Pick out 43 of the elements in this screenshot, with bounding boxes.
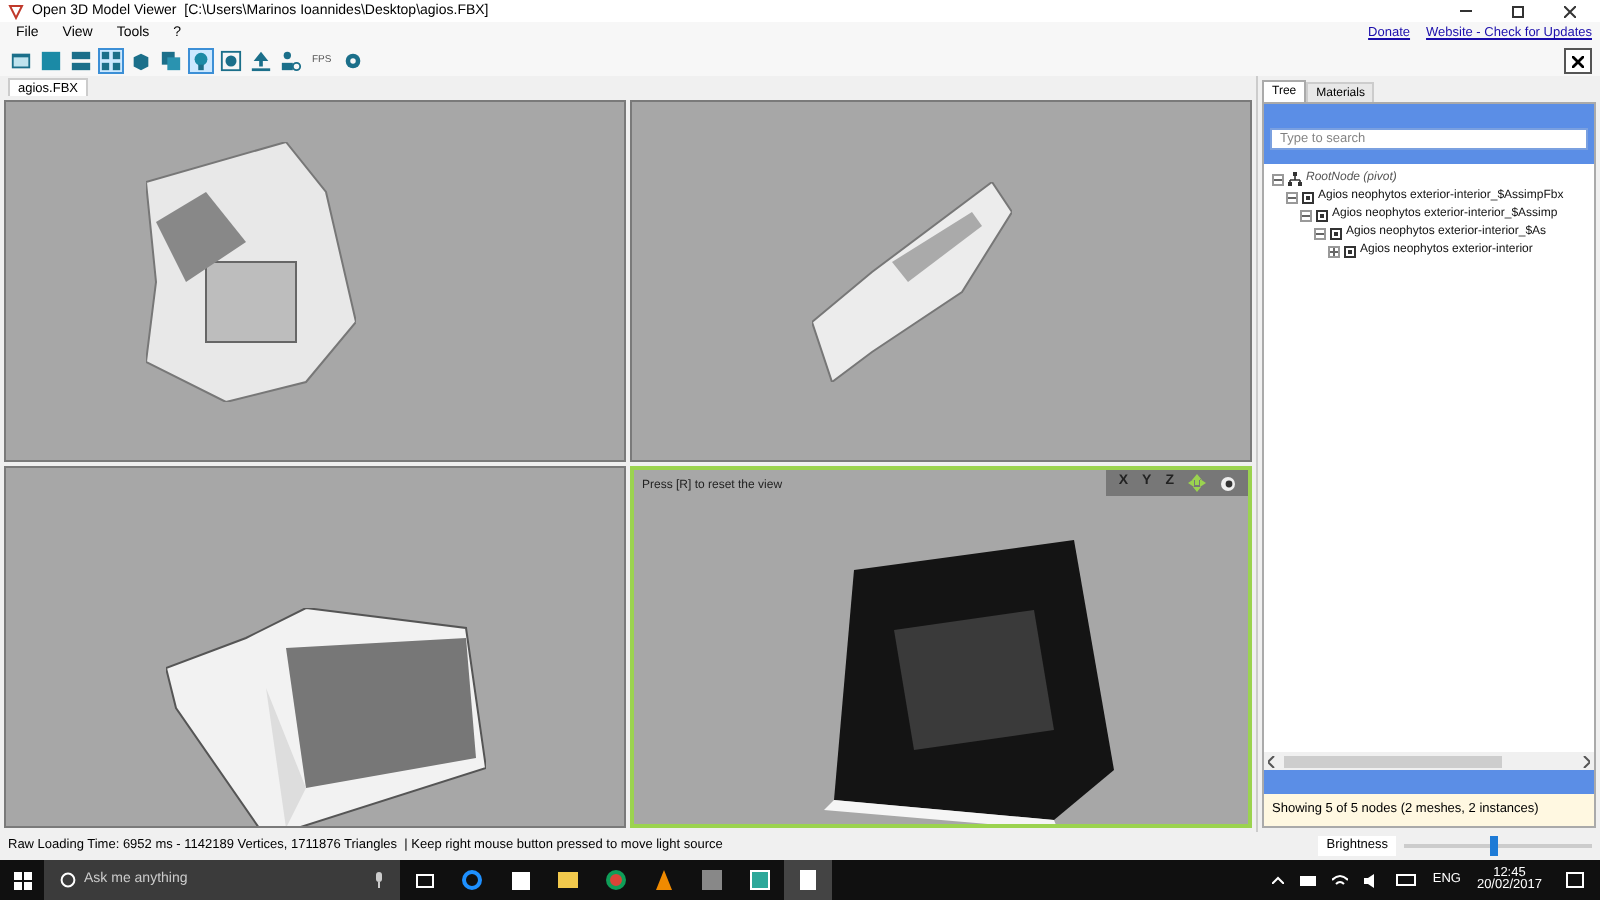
microphone-icon[interactable] — [374, 872, 384, 888]
app-logo-icon — [8, 3, 24, 19]
close-document-button[interactable] — [1564, 48, 1592, 74]
windows-logo-icon[interactable] — [13, 871, 31, 889]
expander-icon[interactable] — [1272, 173, 1284, 185]
person-button[interactable] — [278, 48, 304, 74]
horizontal-scrollbar[interactable] — [1264, 752, 1594, 771]
keyboard-icon[interactable] — [1396, 874, 1417, 886]
hierarchy-icon — [1288, 172, 1302, 186]
viewport[interactable] — [630, 100, 1252, 462]
expander-icon[interactable] — [1300, 209, 1312, 221]
expander-icon[interactable] — [1314, 227, 1326, 239]
frame-button[interactable] — [218, 48, 244, 74]
circle-icon — [60, 872, 76, 888]
viewport[interactable] — [4, 466, 626, 828]
scroll-right-icon[interactable] — [1582, 755, 1590, 768]
restore-icon[interactable] — [1512, 5, 1524, 17]
cube-button[interactable] — [128, 48, 154, 74]
battery-icon[interactable] — [1300, 875, 1317, 885]
close-icon[interactable] — [1572, 55, 1584, 67]
viewport[interactable] — [4, 100, 626, 462]
expander-icon[interactable] — [1328, 245, 1340, 257]
mesh-node-icon — [1330, 227, 1342, 239]
folder-button[interactable] — [8, 48, 34, 74]
close-icon[interactable] — [1564, 5, 1576, 17]
brightness-slider[interactable] — [1404, 836, 1592, 856]
up-arrow-button[interactable] — [248, 48, 274, 74]
four-view-button[interactable] — [98, 48, 124, 74]
notification-icon[interactable] — [1566, 872, 1584, 888]
light-bulb-button[interactable] — [188, 48, 214, 74]
eye-icon[interactable] — [1220, 475, 1236, 491]
mesh-node-icon — [1316, 209, 1328, 221]
mesh-node-icon — [1344, 245, 1356, 257]
two-view-button[interactable] — [68, 48, 94, 74]
caret-icon[interactable] — [1272, 876, 1285, 884]
single-view-button[interactable] — [38, 48, 64, 74]
move-arrows-icon[interactable] — [1188, 474, 1206, 492]
document-icon[interactable] — [784, 860, 832, 900]
mesh-node-icon — [1302, 191, 1314, 203]
scroll-left-icon[interactable] — [1268, 755, 1276, 768]
expander-icon[interactable] — [1286, 191, 1298, 203]
wifi-icon[interactable] — [1332, 873, 1349, 887]
cubes-button[interactable] — [158, 48, 184, 74]
